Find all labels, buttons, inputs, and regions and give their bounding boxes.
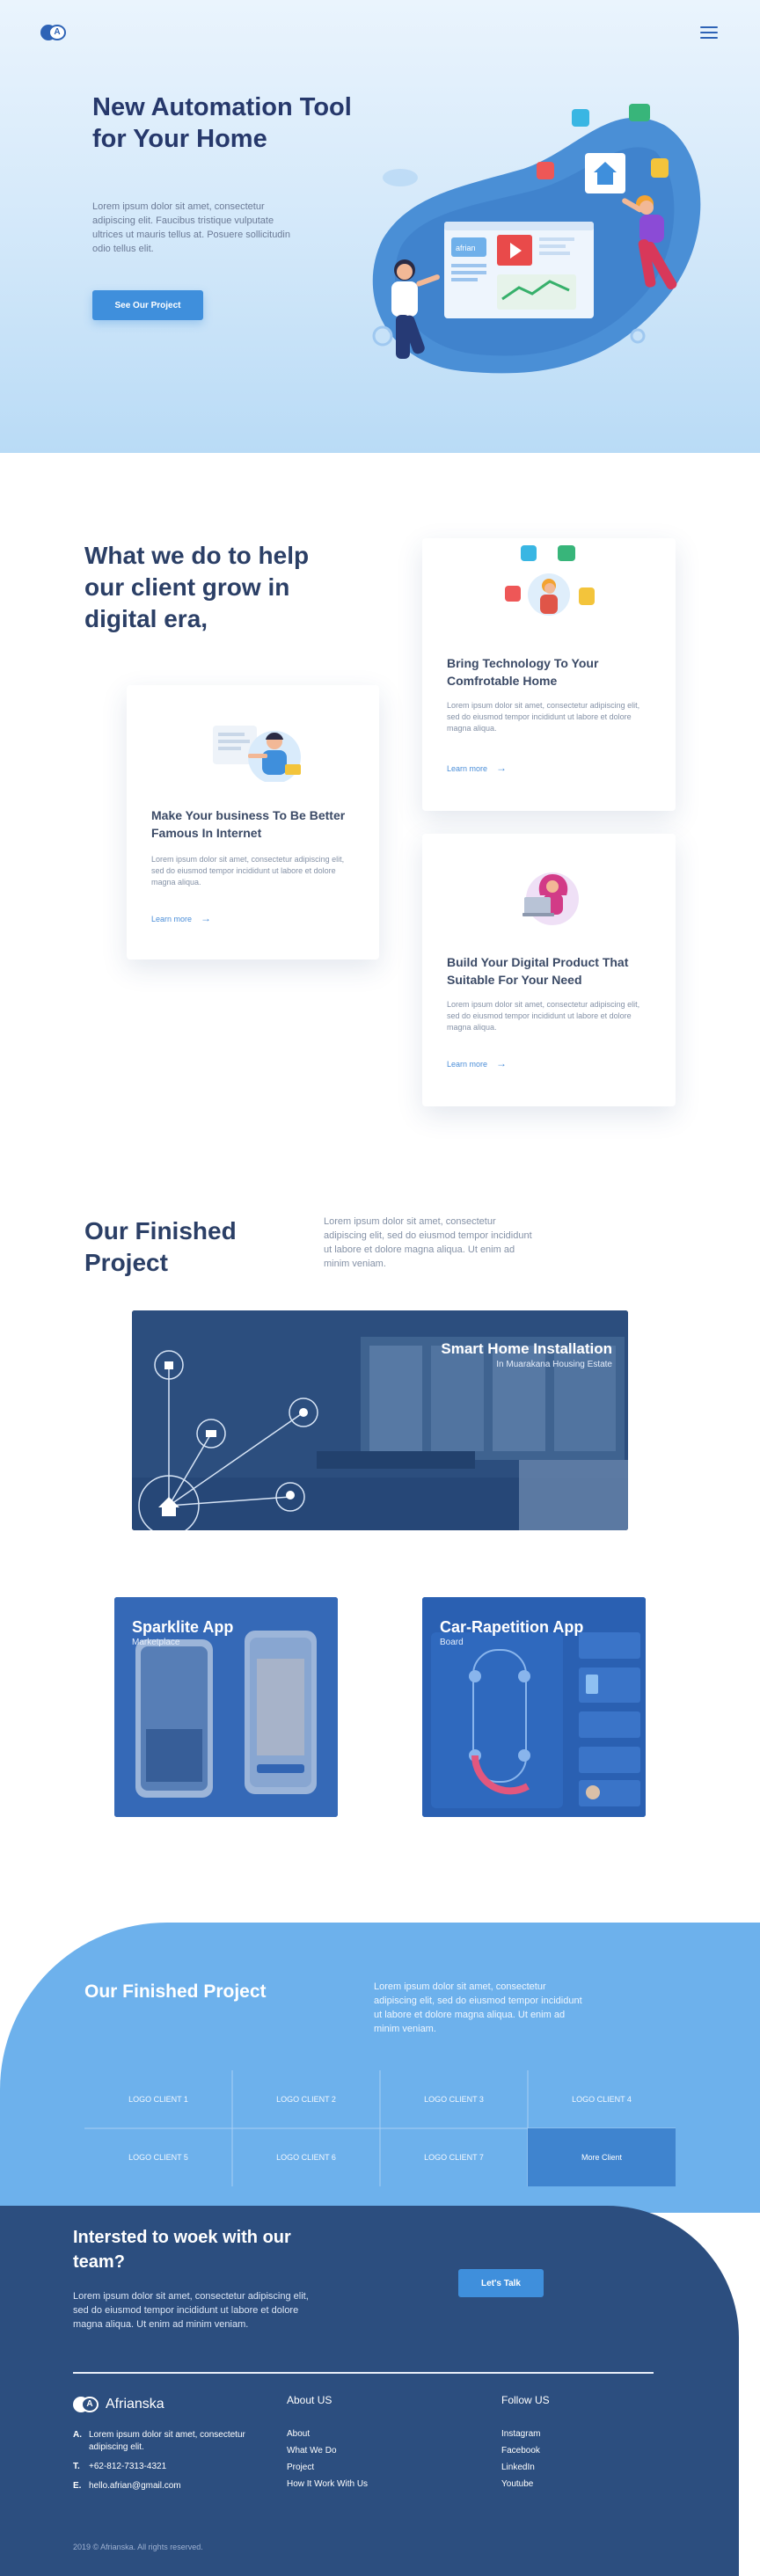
footer-link-project[interactable]: Project [287, 2463, 368, 2473]
copyright: 2019 © Afrianska. All rights reserved. [73, 2543, 203, 2551]
client-logo-grid: LOGO CLIENT 1 LOGO CLIENT 2 LOGO CLIENT … [84, 2070, 676, 2186]
browser-window-icon: afrian [444, 222, 594, 318]
lets-talk-button[interactable]: Let's Talk [458, 2269, 544, 2297]
card-text: Lorem ipsum dolor sit amet, consectetur … [151, 855, 345, 887]
arrow-right-icon: → [201, 912, 212, 924]
technology-illustration-icon [505, 545, 595, 616]
footer-brand: Afrianska [106, 2397, 164, 2412]
svg-text:afrian: afrian [456, 244, 476, 252]
card-text: Lorem ipsum dolor sit amet, consectetur … [447, 701, 640, 733]
footer-link-linkedin[interactable]: LinkedIn [501, 2463, 540, 2473]
logo-letter: A [48, 25, 66, 40]
project-title: Car-Rapetition App [440, 1618, 584, 1636]
lock-icon [537, 162, 554, 179]
phone-row: T. +62-812-7313-4321 [73, 2462, 167, 2471]
card-title: Make Your business To Be Better Famous I… [151, 808, 346, 840]
learn-more-link[interactable]: Learn more → [151, 912, 211, 924]
email-row: E. hello.afrian@gmail.com [73, 2481, 181, 2491]
footer-link-instagram[interactable]: Instagram [501, 2429, 540, 2440]
service-card-digital-product[interactable]: Build Your Digital Product That Suitable… [422, 834, 676, 1106]
client-logo: LOGO CLIENT 1 [128, 2095, 188, 2104]
footer-divider [73, 2372, 654, 2374]
wifi-icon [572, 109, 589, 127]
project-subtitle: Board [440, 1638, 464, 1647]
project-subtitle: Marketplace [132, 1638, 180, 1647]
business-illustration-icon [213, 726, 301, 782]
hamburger-menu-icon[interactable] [700, 26, 718, 39]
footer-logo-icon: A [73, 2397, 99, 2414]
card-title: Bring Technology To Your Comfrotable Hom… [447, 656, 599, 688]
card-text: Lorem ipsum dolor sit amet, consectetur … [447, 1000, 640, 1032]
learn-more-link[interactable]: Learn more → [447, 1057, 507, 1069]
home-icon [585, 153, 625, 193]
about-column-title: About US [287, 2394, 332, 2406]
project-subtitle: In Muarakana Housing Estate [496, 1360, 612, 1369]
project-title: Smart Home Installation [441, 1340, 612, 1357]
services-title: What we do to help our client grow in di… [84, 542, 310, 632]
contact-text: Lorem ipsum dolor sit amet, consectetur … [73, 2291, 309, 2330]
hero-title: New Automation Tool for Your Home [92, 93, 352, 153]
footer-link-facebook[interactable]: Facebook [501, 2446, 540, 2456]
projects-description: Lorem ipsum dolor sit amet, consectetur … [324, 1216, 532, 1269]
client-logo: LOGO CLIENT 7 [424, 2153, 484, 2162]
camera-icon [629, 104, 650, 121]
service-card-business[interactable]: Make Your business To Be Better Famous I… [127, 685, 379, 960]
bulb-icon [651, 158, 669, 178]
client-logo: LOGO CLIENT 5 [128, 2153, 188, 2162]
page: A New Automation Tool for Your Home Lore… [0, 0, 760, 2576]
projects-title: Our Finished Project [84, 1217, 237, 1276]
client-logo: LOGO CLIENT 3 [424, 2095, 484, 2104]
clients-title: Our Finished Project [84, 1981, 267, 2002]
client-logo: LOGO CLIENT 2 [276, 2095, 336, 2104]
footer-link-youtube[interactable]: Youtube [501, 2479, 540, 2490]
address-row: A. Lorem ipsum dolor sit amet, consectetu… [73, 2430, 245, 2452]
project-title: Sparklite App [132, 1618, 234, 1636]
digital-product-illustration-icon [522, 872, 579, 925]
footer-link-what-we-do[interactable]: What We Do [287, 2446, 368, 2456]
logo[interactable]: A [40, 23, 67, 42]
hero-section: A New Automation Tool for Your Home Lore… [0, 0, 760, 453]
about-links: About What We Do Project How It Work Wit… [287, 2429, 368, 2496]
hero-description: Lorem ipsum dolor sit amet, consectetur … [92, 201, 290, 254]
project-smart-home[interactable]: Smart Home Installation In Muarakana Hou… [132, 1310, 628, 1530]
learn-more-link[interactable]: Learn more → [447, 762, 507, 774]
project-car-rapetition[interactable]: Car-Rapetition App Board [422, 1597, 646, 1817]
footer-address: A. Lorem ipsum dolor sit amet, consectetu… [73, 2429, 267, 2499]
hero-illustration: afrian [372, 104, 701, 374]
contact-title: Intersted to woek with our team? [73, 2228, 291, 2272]
footer-link-how-it-work[interactable]: How It Work With Us [287, 2479, 368, 2490]
footer-link-about[interactable]: About [287, 2429, 368, 2440]
clients-description: Lorem ipsum dolor sit amet, consectetur … [374, 1981, 582, 2034]
more-client-button[interactable]: More Client [528, 2128, 676, 2186]
follow-links: Instagram Facebook LinkedIn Youtube [501, 2429, 540, 2496]
client-logo: LOGO CLIENT 4 [572, 2095, 632, 2104]
follow-column-title: Follow US [501, 2394, 550, 2406]
arrow-right-icon: → [496, 1057, 508, 1069]
card-title: Build Your Digital Product That Suitable… [447, 955, 629, 987]
see-project-button[interactable]: See Our Project [92, 290, 203, 320]
project-sparklite[interactable]: Sparklite App Marketplace [114, 1597, 338, 1817]
service-card-technology[interactable]: Bring Technology To Your Comfrotable Hom… [422, 538, 676, 811]
client-logo: LOGO CLIENT 6 [276, 2153, 336, 2162]
arrow-right-icon: → [496, 762, 508, 774]
